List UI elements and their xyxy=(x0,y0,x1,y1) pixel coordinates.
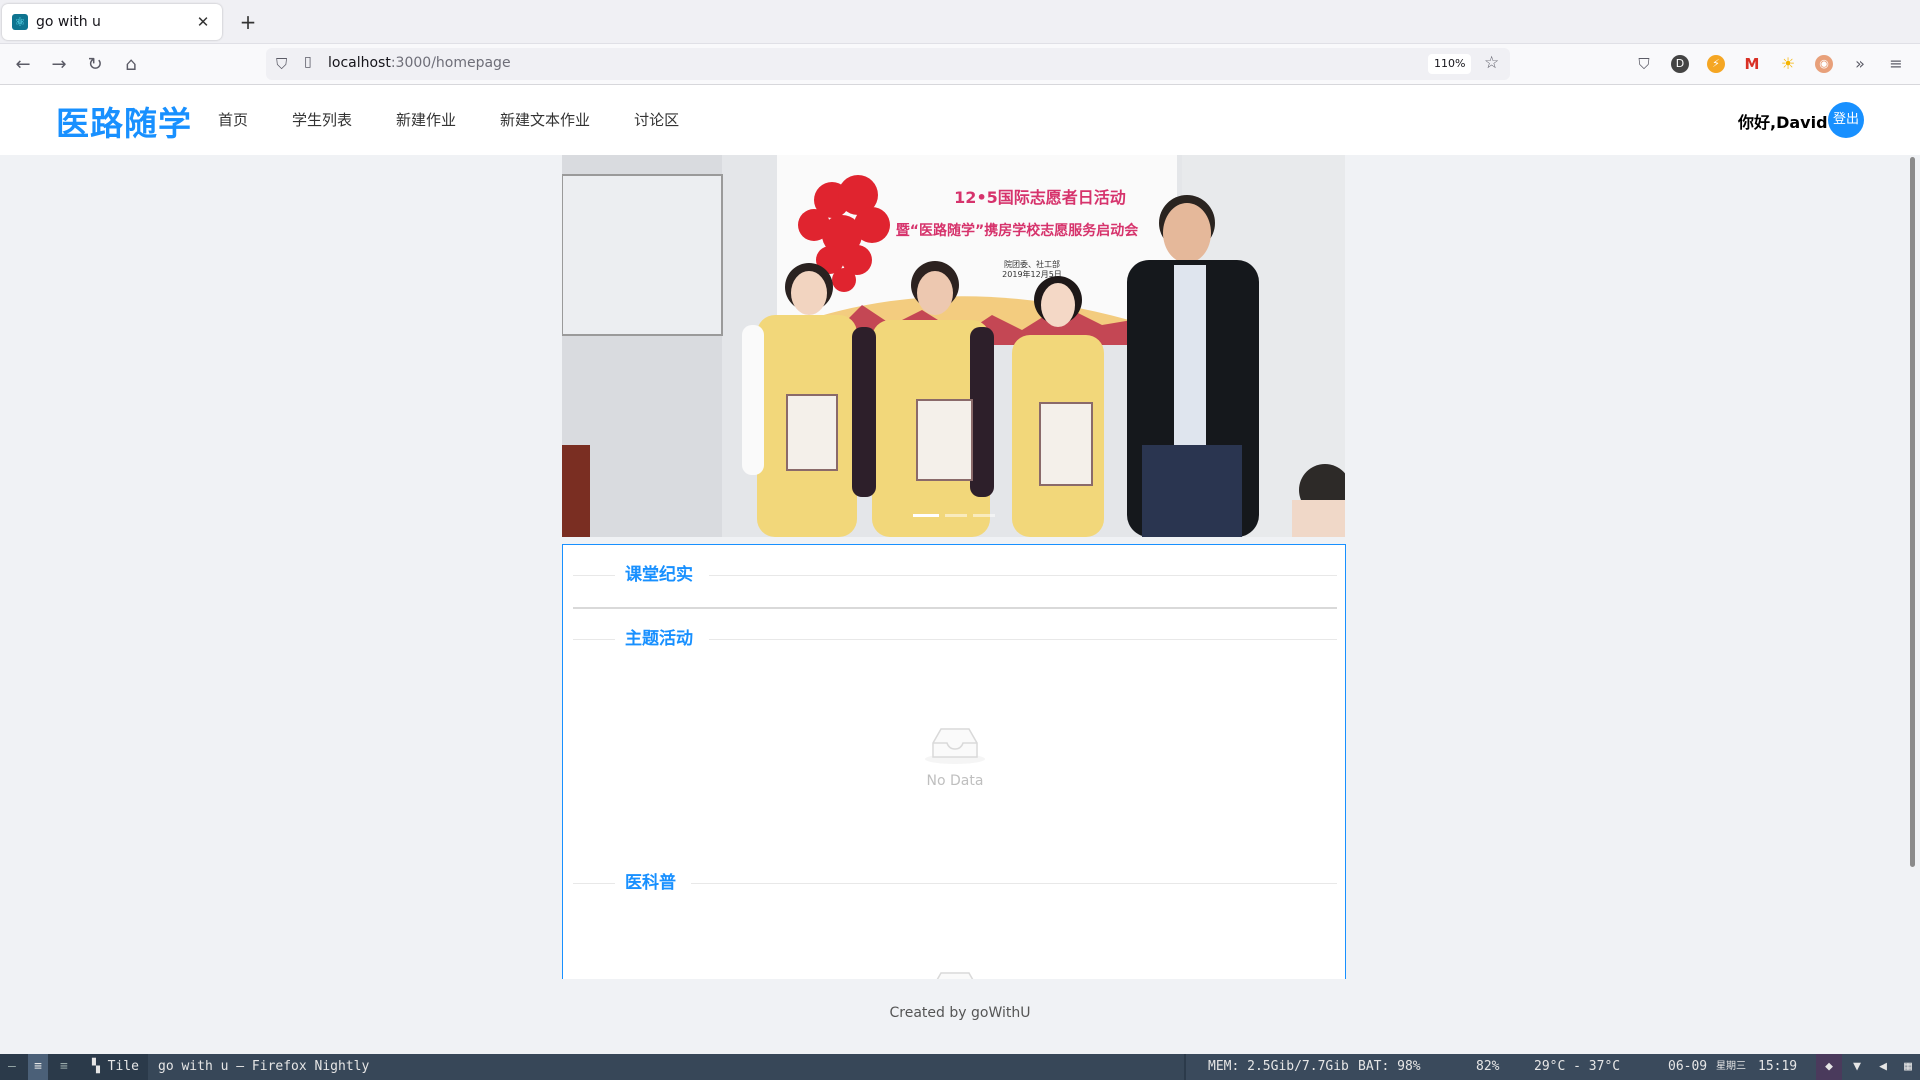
home-icon[interactable]: ⌂ xyxy=(118,52,144,78)
site-header: 医路随学 首页 学生列表 新建作业 新建文本作业 讨论区 你好,David 登出 xyxy=(0,85,1920,155)
battery-status: BAT: 98% xyxy=(1358,1059,1421,1074)
extension-orange-icon[interactable]: ⚡ xyxy=(1707,55,1725,73)
photo-carousel[interactable]: 12•5国际志愿者日活动 暨“医路随学”携房学校志愿服务启动会 院团委、社工部 … xyxy=(562,155,1345,537)
empty-text: No Data xyxy=(926,773,984,789)
keyboard-icon[interactable]: ▦ xyxy=(1896,1054,1920,1080)
tray-app-icon[interactable]: ◆ xyxy=(1816,1054,1842,1080)
time-status: 15:19 xyxy=(1758,1059,1798,1074)
temperature-status: 29°C - 37°C xyxy=(1534,1059,1621,1074)
empty-state: No Data xyxy=(563,723,1345,789)
layout-label: Tile xyxy=(107,1059,139,1074)
tile-icon: ▚ xyxy=(92,1059,108,1074)
carousel-dots xyxy=(562,514,1345,517)
bookmark-star-icon[interactable]: ☆ xyxy=(1484,53,1499,73)
user-greeting: 你好,David xyxy=(1738,113,1828,132)
menu-item-home[interactable]: 首页 xyxy=(196,85,270,155)
new-tab-icon[interactable]: + xyxy=(236,10,260,34)
divider-line xyxy=(709,575,1337,576)
status-area: MEM: 2.5Gib/7.7Gib BAT: 98% 82% 29°C - 3… xyxy=(1186,1054,1920,1080)
logout-button[interactable]: 登出 xyxy=(1828,102,1864,138)
menu-item-discussion[interactable]: 讨论区 xyxy=(612,85,701,155)
section-divider xyxy=(573,607,1337,609)
workspace-1-icon[interactable]: — xyxy=(8,1054,16,1080)
mem-status: MEM: 2.5Gib/7.7Gib xyxy=(1208,1059,1349,1074)
menu-item-student-list[interactable]: 学生列表 xyxy=(270,85,374,155)
browser-navbar: ← → ↻ ⌂ ⛉ ▯ localhost:3000/homepage 110%… xyxy=(0,44,1920,85)
divider-line xyxy=(573,639,615,640)
page-scrollbar[interactable] xyxy=(1906,155,1920,1055)
url-text[interactable]: localhost:3000/homepage xyxy=(328,55,511,71)
back-icon[interactable]: ← xyxy=(10,52,36,78)
banner-title: 12•5国际志愿者日活动 xyxy=(954,188,1126,207)
empty-inbox-icon xyxy=(936,972,974,979)
reload-icon[interactable]: ↻ xyxy=(82,52,108,78)
speaker-icon[interactable]: ◀ xyxy=(1870,1054,1896,1080)
main-menu: 首页 学生列表 新建作业 新建文本作业 讨论区 xyxy=(196,85,701,155)
extension-red-icon[interactable]: ◉ xyxy=(1815,55,1833,73)
section-title: 主题活动 xyxy=(625,629,693,649)
window-title: go with u — Firefox Nightly xyxy=(148,1054,1184,1080)
url-bar[interactable]: ⛉ ▯ localhost:3000/homepage 110% ☆ xyxy=(266,48,1510,80)
carousel-dot[interactable] xyxy=(912,514,939,517)
carousel-dot[interactable] xyxy=(944,514,967,517)
divider-line xyxy=(709,639,1337,640)
zoom-level[interactable]: 110% xyxy=(1428,54,1472,74)
url-host: localhost xyxy=(328,55,391,71)
empty-inbox-icon xyxy=(925,728,985,764)
url-path: :3000/homepage xyxy=(390,55,511,71)
volunteer-photo: 12•5国际志愿者日活动 暨“医路随学”携房学校志愿服务启动会 院团委、社工部 … xyxy=(562,155,1345,537)
overflow-menu-icon[interactable]: » xyxy=(1851,55,1869,73)
section-title: 课堂纪实 xyxy=(625,565,693,585)
desktop-taskbar: — ≡ ≡ ▚ Tile go with u — Firefox Nightly… xyxy=(0,1054,1920,1080)
menu-item-new-homework[interactable]: 新建作业 xyxy=(374,85,478,155)
close-tab-icon[interactable]: ✕ xyxy=(194,13,212,31)
layout-indicator[interactable]: ▚ Tile xyxy=(92,1054,139,1080)
browser-tabbar: ⚛ go with u ✕ + xyxy=(0,0,1920,44)
workspace-3-icon[interactable]: ≡ xyxy=(60,1054,68,1080)
banner-org: 院团委、社工部 xyxy=(1004,259,1060,269)
menu-item-new-text-homework[interactable]: 新建文本作业 xyxy=(478,85,612,155)
extension-d-icon[interactable]: D xyxy=(1671,55,1689,73)
gmail-icon[interactable]: M xyxy=(1743,55,1761,73)
section-title: 医科普 xyxy=(625,873,676,893)
wifi-icon[interactable]: ▼ xyxy=(1844,1054,1870,1080)
browser-tab[interactable]: ⚛ go with u ✕ xyxy=(2,4,222,40)
date-status: 06-09 xyxy=(1668,1059,1708,1074)
workspace-2-icon[interactable]: ≡ xyxy=(28,1054,48,1080)
page-footer: Created by goWithU xyxy=(889,1005,1031,1021)
page-info-icon[interactable]: ▯ xyxy=(304,54,312,70)
scrollbar-thumb[interactable] xyxy=(1910,157,1915,867)
hamburger-menu-icon[interactable]: ≡ xyxy=(1887,55,1905,73)
banner-subtitle: 暨“医路随学”携房学校志愿服务启动会 xyxy=(896,222,1139,239)
pocket-icon[interactable]: ⛉ xyxy=(1635,55,1653,73)
section-header-science: 医科普 xyxy=(573,871,1337,895)
site-logo[interactable]: 医路随学 xyxy=(56,97,192,145)
divider-line xyxy=(573,575,615,576)
carousel-dot[interactable] xyxy=(972,514,995,517)
divider-line xyxy=(573,883,615,884)
sun-extension-icon[interactable]: ☀ xyxy=(1779,55,1797,73)
section-header-activities: 主题活动 xyxy=(573,627,1337,651)
empty-state-partial xyxy=(563,967,1345,979)
section-header-classroom: 课堂纪实 xyxy=(573,563,1337,587)
tracking-shield-icon[interactable]: ⛉ xyxy=(276,55,287,73)
divider-line xyxy=(691,883,1337,884)
forward-icon[interactable]: → xyxy=(46,52,72,78)
weekday-status: 星期三 xyxy=(1716,1061,1746,1072)
react-favicon-icon: ⚛ xyxy=(12,14,28,30)
content-panel: 课堂纪实 主题活动 No Data 医科普 xyxy=(562,544,1346,979)
volume-status: 82% xyxy=(1476,1059,1500,1074)
tab-title: go with u xyxy=(36,14,101,30)
